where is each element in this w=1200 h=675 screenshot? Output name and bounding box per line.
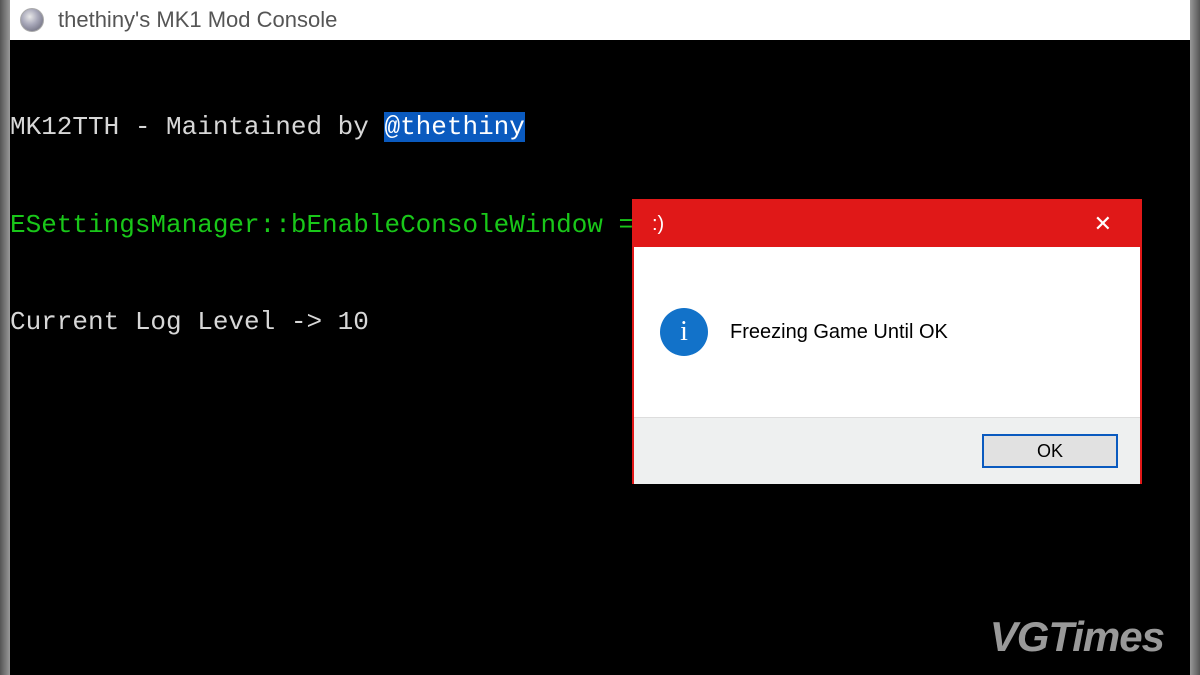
dialog-titlebar[interactable]: :) ✕ (634, 201, 1140, 247)
dialog-message: Freezing Game Until OK (730, 321, 948, 344)
console-handle-highlight: @thethiny (384, 112, 524, 142)
dialog-title: :) (652, 213, 664, 236)
dialog-footer: OK (634, 417, 1140, 484)
frame-shadow-right (1190, 0, 1200, 675)
info-icon-glyph: i (680, 316, 688, 348)
dialog-body: i Freezing Game Until OK (634, 247, 1140, 417)
window-title: thethiny's MK1 Mod Console (58, 7, 337, 33)
ok-button[interactable]: OK (982, 434, 1118, 468)
console-window: thethiny's MK1 Mod Console MK12TTH - Mai… (10, 0, 1190, 675)
frame-shadow-left (0, 0, 10, 675)
app-icon (20, 8, 44, 32)
window-titlebar[interactable]: thethiny's MK1 Mod Console (10, 0, 1190, 40)
console-text: MK12TTH - Maintained by (10, 112, 384, 142)
message-dialog: :) ✕ i Freezing Game Until OK OK (632, 199, 1142, 484)
watermark: VGTimes (990, 613, 1164, 661)
close-icon[interactable]: ✕ (1084, 207, 1122, 241)
info-icon: i (660, 308, 708, 356)
console-line-1: MK12TTH - Maintained by @thethiny (10, 111, 1190, 144)
